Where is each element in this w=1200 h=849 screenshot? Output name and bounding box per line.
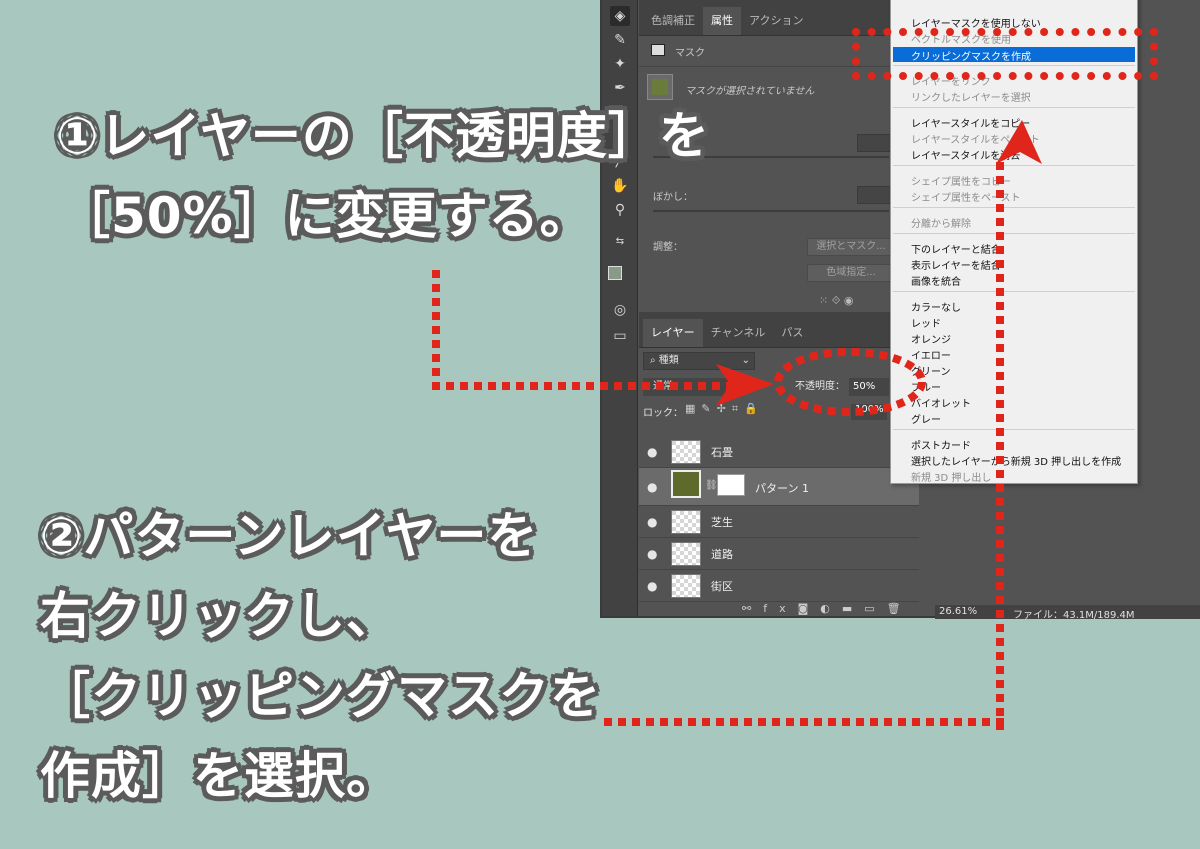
highlight-ellipse-opacity [774,348,926,416]
guide-line-vertical-right [996,160,1004,730]
paint-bucket-tool-icon[interactable]: ◈ [610,6,630,26]
menu-item[interactable]: シェイプ属性をペースト [911,189,1021,204]
zoom-level: 26.61% [939,606,978,617]
brush-tool-icon[interactable]: ✎ [610,30,630,50]
menu-item[interactable]: カラーなし [911,299,961,314]
layer-row[interactable]: ● 芝生 [639,506,919,538]
layer-name: パターン 1 [755,482,809,495]
spot-heal-tool-icon[interactable]: ✦ [610,54,630,74]
panel-footer-icons: ⁙ ⟐ ◉ [819,294,854,307]
menu-separator [893,429,1135,430]
arrow-right-icon [716,364,774,406]
pattern-thumbnail [671,470,701,498]
link-icon: ⛓ [705,480,718,491]
menu-item[interactable]: 下のレイヤーと結合 [911,241,1001,256]
blur-label: ぼかし： [653,192,693,203]
guide-line-vertical-left [432,270,440,390]
pen-tool-icon[interactable]: ✒ [610,78,630,98]
layer-row[interactable]: ● 道路 [639,538,919,570]
layer-row-pattern[interactable]: ● ⛓ パターン 1 [639,468,919,506]
layer-row[interactable]: ● 街区 [639,570,919,602]
tab-adjustments[interactable]: 色調補正 [643,7,703,35]
layers-footer-icons[interactable]: ⚯fx◙◐▬▭🗑 [742,602,913,615]
hand-tool-icon[interactable]: ✋ [610,176,630,196]
menu-item[interactable]: オレンジ [911,331,951,346]
step2-line2: 右クリックし、 [40,587,397,645]
color-range-button[interactable]: 色域指定... [807,264,895,282]
menu-item[interactable]: 新規 3D 押し出し [911,469,991,484]
no-mask-selected-text: マスクが選択されていません [685,86,815,97]
highlight-box-clipping-mask [852,28,1158,80]
layer-name: 石畳 [711,446,733,459]
quick-mask-icon[interactable]: ◎ [610,300,630,320]
layer-name: 道路 [711,548,733,561]
menu-item[interactable]: 画像を統合 [911,273,961,288]
step1-line1: ①レイヤーの［不透明度］を [56,107,710,165]
menu-separator [893,233,1135,234]
tab-layers[interactable]: レイヤー [643,319,703,347]
menu-item[interactable]: リンクしたレイヤーを選択 [911,89,1031,104]
layer-mask-thumbnail[interactable] [717,474,745,496]
step2-line3: ［クリッピングマスクを [40,667,601,725]
layer-thumbnail [671,542,701,566]
tab-channels[interactable]: チャンネル [703,319,774,347]
mask-icon [651,44,665,56]
layer-thumbnail [671,440,701,464]
layers-tabs: レイヤー チャンネル パス [639,312,899,348]
status-bar: 26.61% ファイル：43.1M/189.4M [935,605,1200,621]
arrow-up-icon [996,120,1042,164]
eye-icon[interactable]: ● [647,579,657,593]
mask-label: マスク [675,48,705,59]
tab-paths[interactable]: パス [773,319,811,347]
layer-thumbnail [671,574,701,598]
menu-item[interactable]: 分離から解除 [911,215,971,230]
eye-icon[interactable]: ● [647,515,657,529]
screen-mode-icon[interactable]: ▭ [610,326,630,346]
step1-line2: ［50%］に変更する。 [60,187,591,245]
step2-line4: 作成］を選択。 [40,747,397,805]
zoom-tool-icon[interactable]: ⚲ [610,200,630,220]
layer-row[interactable]: ● 石畳 [639,436,919,468]
guide-line-horizontal-bottom [604,718,1004,726]
menu-separator [893,291,1135,292]
lock-label: ロック： [643,408,683,419]
menu-item[interactable]: 表示レイヤーを結合 [911,257,1001,272]
tools-bar: ◈ ✎ ✦ ✒ ╱ ✋ ⚲ ⇆ ◎ ▭ [602,0,638,616]
filter-kind-value: 種類 [658,355,679,366]
search-icon: ⌕ [650,355,659,366]
menu-item[interactable]: レッド [911,315,941,330]
file-info: ファイル：43.1M/189.4M [1013,610,1135,621]
menu-item[interactable]: 選択したレイヤーから新規 3D 押し出しを作成 [911,453,1121,468]
select-and-mask-button[interactable]: 選択とマスク... [807,238,895,256]
guide-line-horizontal-mid [432,382,732,390]
tab-actions[interactable]: アクション [741,7,811,35]
density-input[interactable] [857,134,893,152]
step2-line1: ②パターンレイヤーを [40,507,539,565]
eye-icon[interactable]: ● [647,445,657,459]
tab-properties[interactable]: 属性 [703,7,741,35]
eye-icon[interactable]: ● [647,480,657,494]
menu-separator [893,107,1135,108]
layer-name: 芝生 [711,516,733,529]
eye-icon[interactable]: ● [647,547,657,561]
tutorial-canvas: ◈ ✎ ✦ ✒ ╱ ✋ ⚲ ⇆ ◎ ▭ 色調補正 属性 アクション マスク マス… [0,0,1200,849]
layer-thumbnail [671,510,701,534]
blur-slider[interactable] [653,210,889,212]
menu-item[interactable]: ポストカード [911,437,971,452]
blur-input[interactable] [857,186,893,204]
layer-name: 街区 [711,580,733,593]
foreground-color-swatch[interactable] [608,266,622,280]
adjust-label: 調整： [653,242,683,253]
reset-colors-icon[interactable]: ⇆ [610,232,630,252]
menu-separator [893,207,1135,208]
